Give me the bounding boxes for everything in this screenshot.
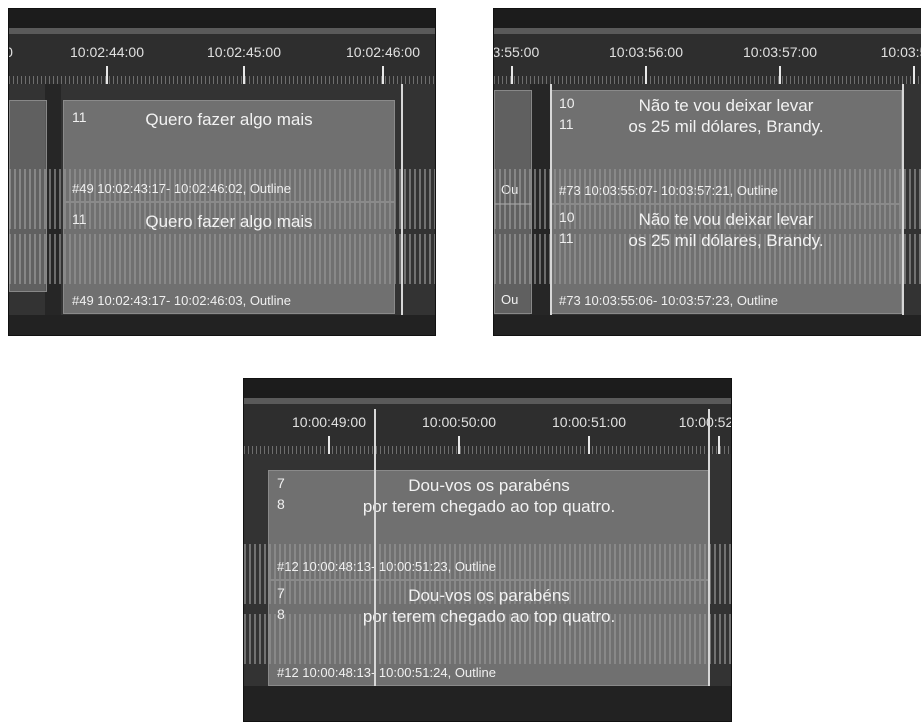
timecode-label: 03:55:00	[493, 44, 540, 60]
timecode-label: 10:03:57:00	[743, 44, 817, 60]
subtitle-track[interactable]: Ou Ou 10 11 Não te vou deixar levar os 2…	[494, 84, 921, 315]
playhead-marker[interactable]	[902, 84, 904, 315]
timecode-label: 10:00:51:00	[552, 414, 626, 430]
subtitle-track[interactable]: 7 8 Dou-vos os parabéns por terem chegad…	[244, 409, 731, 686]
subtitle-info: #73 10:03:55:07- 10:03:57:21, Outline	[559, 183, 779, 198]
track-footer	[244, 686, 731, 721]
timecode-label: 10:02:46:00	[346, 44, 420, 60]
subtitle-text: Quero fazer algo mais	[145, 212, 313, 231]
subtitle-text: Quero fazer algo mais	[145, 110, 313, 129]
subtitle-info: #49 10:02:43:17- 10:02:46:03, Outline	[72, 293, 292, 308]
subtitle-text: Dou-vos os parabéns	[408, 476, 570, 495]
subtitle-text: Dou-vos os parabéns	[408, 586, 570, 605]
time-ruler[interactable]: 0 10:02:44:00 10:02:45:00 10:02:46:00	[9, 34, 435, 88]
timecode-label: 10:00:49:00	[292, 414, 366, 430]
timeline-panel-2: 03:55:00 10:03:56:00 10:03:57:00 10:03:5…	[493, 8, 921, 336]
timeline-panel-3: 10:00:49:00 10:00:50:00 10:00:51:00 10:0…	[243, 378, 732, 722]
timecode-label: 10:00:52	[678, 414, 732, 430]
subtitle-info: #12 10:00:48:13- 10:00:51:23, Outline	[277, 559, 497, 574]
subtitle-text: por terem chegado ao top quatro.	[362, 607, 616, 626]
subtitle-block[interactable]: 10 11 Não te vou deixar levar os 25 mil …	[550, 204, 902, 314]
subtitle-track[interactable]: 11 Quero fazer algo mais #49 10:02:43:17…	[9, 84, 435, 315]
subtitle-text: Não te vou deixar levar	[638, 210, 814, 229]
track-footer	[494, 315, 921, 335]
time-ruler[interactable]: 10:00:49:00 10:00:50:00 10:00:51:00 10:0…	[244, 404, 732, 458]
timecode-label: 10:03:5	[880, 44, 921, 60]
timeline-top-strip	[244, 379, 731, 404]
timeline-panel-1: 0 10:02:44:00 10:02:45:00 10:02:46:00 11…	[8, 8, 436, 336]
subtitle-block[interactable]: 7 8 Dou-vos os parabéns por terem chegad…	[268, 580, 710, 686]
subtitle-info: #49 10:02:43:17- 10:02:46:02, Outline	[72, 181, 292, 196]
playhead-marker[interactable]	[708, 409, 710, 686]
subtitle-text: os 25 mil dólares, Brandy.	[628, 231, 824, 250]
timeline-top-strip	[9, 9, 435, 34]
playhead-marker[interactable]	[374, 409, 376, 686]
track-footer	[9, 315, 435, 335]
subtitle-text: Não te vou deixar levar	[638, 96, 814, 115]
playhead-marker[interactable]	[401, 84, 403, 315]
timecode-label: 10:00:50:00	[422, 414, 496, 430]
subtitle-block[interactable]: 11 Quero fazer algo mais #49 10:02:43:17…	[63, 100, 395, 202]
timeline-top-strip	[494, 9, 921, 34]
timecode-label: 10:02:44:00	[70, 44, 144, 60]
side-label: Ou	[501, 292, 519, 307]
subtitle-block[interactable]: 11 Quero fazer algo mais #49 10:02:43:17…	[63, 202, 395, 314]
subtitle-info: #73 10:03:55:06- 10:03:57:23, Outline	[559, 293, 779, 308]
subtitle-block[interactable]: 7 8 Dou-vos os parabéns por terem chegad…	[268, 470, 710, 580]
timecode-label: 0	[9, 44, 13, 60]
time-ruler[interactable]: 03:55:00 10:03:56:00 10:03:57:00 10:03:5	[493, 34, 921, 88]
timecode-label: 10:02:45:00	[207, 44, 281, 60]
subtitle-text: os 25 mil dólares, Brandy.	[628, 117, 824, 136]
timecode-label: 10:03:56:00	[609, 44, 683, 60]
subtitle-block[interactable]: 10 11 Não te vou deixar levar os 25 mil …	[550, 90, 902, 204]
subtitle-info: #12 10:00:48:13- 10:00:51:24, Outline	[277, 665, 497, 680]
subtitle-text: por terem chegado ao top quatro.	[362, 497, 616, 516]
playhead-marker[interactable]	[550, 84, 552, 315]
